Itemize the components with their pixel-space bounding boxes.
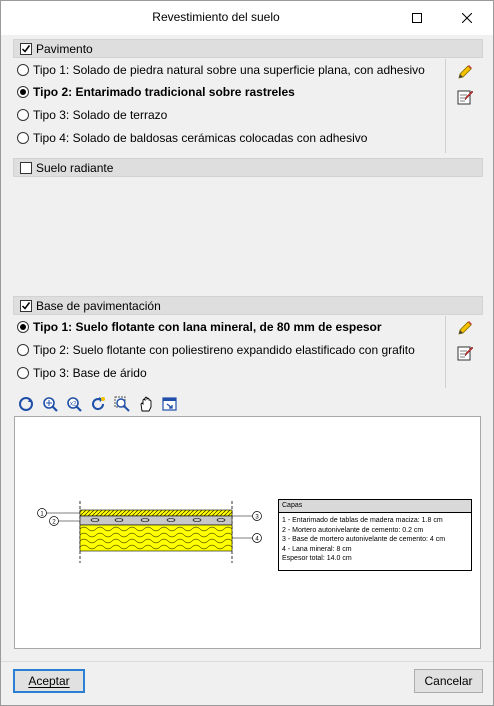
radio-button[interactable] [17, 64, 29, 76]
maximize-icon [412, 13, 422, 23]
pan-hand-icon[interactable] [137, 395, 155, 413]
footer-divider [1, 661, 493, 662]
window-title: Revestimiento del suelo [152, 10, 280, 24]
diagram-canvas[interactable]: 1 2 3 4 Capas 1 - Entarimado de tablas d… [14, 416, 481, 649]
pavimento-header: Pavimento [13, 39, 483, 58]
layers-legend: Capas 1 - Entarimado de tablas de madera… [278, 499, 472, 571]
divider [445, 59, 446, 153]
close-button[interactable] [444, 1, 490, 35]
edit-pencil-icon[interactable] [456, 63, 474, 81]
radio-button[interactable] [17, 321, 29, 333]
pavimento-label: Pavimento [36, 41, 93, 56]
accept-button[interactable]: Aceptar [13, 669, 85, 693]
pavimento-option-2[interactable]: Tipo 2: Entarimado tradicional sobre ras… [17, 83, 295, 101]
radio-button[interactable] [17, 109, 29, 121]
legend-line: 1 - Entarimado de tablas de madera maciz… [282, 517, 443, 524]
check-icon [21, 44, 31, 53]
zoom-extents-icon[interactable] [41, 395, 59, 413]
legend-line: Espesor total: 14.0 cm [282, 555, 352, 562]
legend-line: 3 - Base de mortero autonivelante de cem… [282, 536, 446, 543]
export-icon[interactable] [161, 395, 179, 413]
base-option-3[interactable]: Tipo 3: Base de árido [17, 364, 147, 382]
edit-form-icon[interactable] [456, 88, 474, 106]
base-label: Base de pavimentación [36, 298, 161, 313]
svg-text:x2: x2 [70, 402, 77, 408]
radio-button[interactable] [17, 132, 29, 144]
pavimento-option-4[interactable]: Tipo 4: Solado de baldosas cerámicas col… [17, 129, 367, 147]
title-bar: Revestimiento del suelo [1, 1, 493, 35]
cancel-button-label: Cancelar [424, 674, 473, 688]
radio-button[interactable] [17, 344, 29, 356]
radio-button[interactable] [17, 86, 29, 98]
rotate-view-icon[interactable] [17, 395, 35, 413]
pavimento-option-1[interactable]: Tipo 1: Solado de piedra natural sobre u… [17, 61, 425, 79]
suelo-radiante-header: Suelo radiante [13, 158, 483, 177]
layer-mineral-wool [79, 524, 233, 552]
suelo-radiante-label: Suelo radiante [36, 160, 114, 175]
legend-title: Capas [279, 500, 471, 513]
zoom-window-icon[interactable] [113, 395, 131, 413]
option-label: Tipo 3: Base de árido [33, 366, 147, 380]
edit-form-icon[interactable] [456, 344, 474, 362]
edit-pencil-icon[interactable] [456, 319, 474, 337]
cancel-button[interactable]: Cancelar [414, 669, 483, 693]
pavimento-option-3[interactable]: Tipo 3: Solado de terrazo [17, 106, 167, 124]
radio-button[interactable] [17, 367, 29, 379]
legend-line: 4 - Lana mineral: 8 cm [282, 545, 352, 553]
marker-1: 1 [37, 508, 47, 518]
pavimento-options: Tipo 1: Solado de piedra natural sobre u… [13, 59, 483, 153]
view-toolbar: x2 [17, 395, 179, 415]
suelo-radiante-panel [13, 178, 483, 288]
option-label: Tipo 4: Solado de baldosas cerámicas col… [33, 131, 368, 145]
close-icon [462, 13, 472, 23]
suelo-radiante-checkbox[interactable] [20, 161, 32, 174]
marker-2: 2 [49, 516, 59, 526]
pavimento-checkbox[interactable] [20, 42, 32, 55]
accept-button-label: Aceptar [28, 674, 70, 688]
legend-line: 2 - Mortero autonivelante de cemento: 0.… [282, 526, 424, 534]
zoom-2x-icon[interactable]: x2 [65, 395, 83, 413]
base-option-2[interactable]: Tipo 2: Suelo flotante con poliestireno … [17, 341, 415, 359]
dialog-window: Revestimiento del suelo Pavimento Tipo 1… [0, 0, 494, 706]
base-checkbox[interactable] [20, 299, 32, 312]
base-options: Tipo 1: Suelo flotante con lana mineral,… [13, 316, 483, 388]
option-label: Tipo 1: Solado de piedra natural sobre u… [33, 63, 425, 77]
option-label: Tipo 2: Entarimado tradicional sobre ras… [33, 85, 295, 99]
layer-mortar [79, 515, 233, 526]
option-label: Tipo 1: Suelo flotante con lana mineral,… [33, 320, 382, 334]
marker-3: 3 [252, 511, 262, 521]
option-label: Tipo 2: Suelo flotante con poliestireno … [33, 343, 415, 357]
base-option-1[interactable]: Tipo 1: Suelo flotante con lana mineral,… [17, 318, 382, 336]
marker-4: 4 [252, 533, 262, 543]
maximize-button[interactable] [394, 1, 440, 35]
refresh-icon[interactable] [89, 395, 107, 413]
divider [445, 316, 446, 388]
base-header: Base de pavimentación [13, 296, 483, 315]
check-icon [21, 301, 31, 310]
option-label: Tipo 3: Solado de terrazo [33, 108, 168, 122]
